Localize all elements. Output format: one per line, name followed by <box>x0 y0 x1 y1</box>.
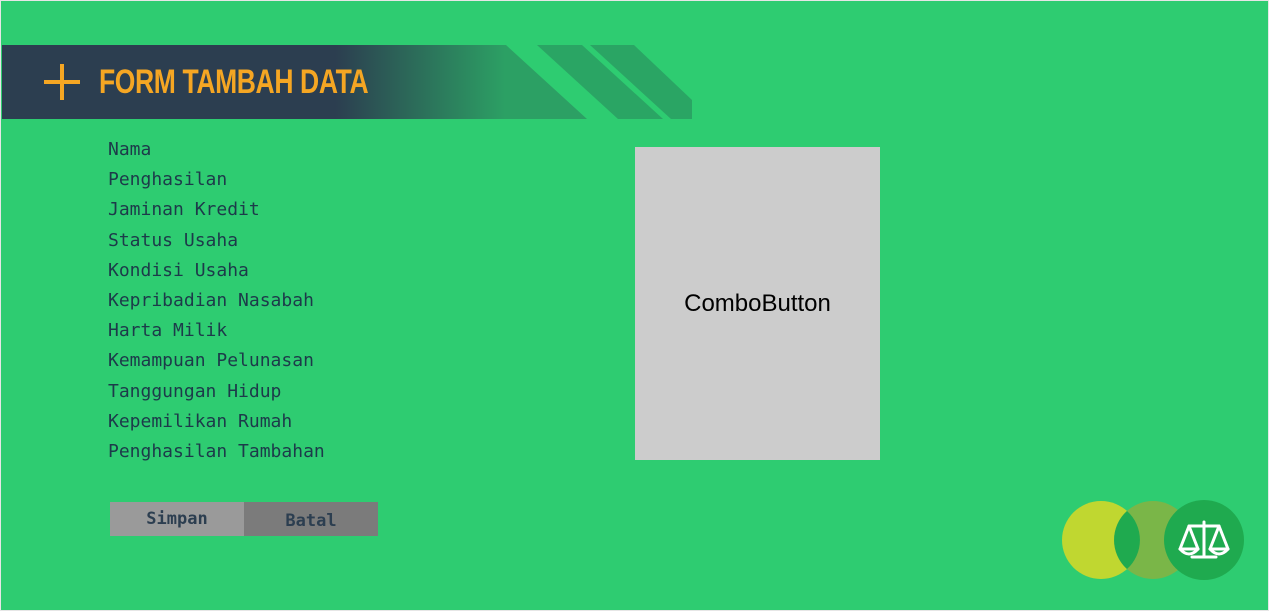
form-label-list: Nama Penghasilan Jaminan Kredit Status U… <box>108 137 325 469</box>
app-window: FORM TAMBAH DATA Nama Penghasilan Jamina… <box>0 0 1269 611</box>
label-penghasilan: Penghasilan <box>108 169 228 191</box>
label-penghasilan-tambahan: Penghasilan Tambahan <box>108 440 325 462</box>
header-banner: FORM TAMBAH DATA <box>2 45 692 119</box>
label-kondisi-usaha: Kondisi Usaha <box>108 259 249 281</box>
label-kemampuan-pelunasan: Kemampuan Pelunasan <box>108 350 314 372</box>
save-button[interactable]: Simpan <box>110 502 244 536</box>
cancel-button[interactable]: Batal <box>244 502 378 536</box>
label-kepribadian-nasabah: Kepribadian Nasabah <box>108 289 314 311</box>
label-nama: Nama <box>108 139 152 160</box>
label-tanggungan-hidup: Tanggungan Hidup <box>108 380 282 402</box>
combo-button[interactable]: ComboButton <box>635 147 880 460</box>
label-status-usaha: Status Usaha <box>108 229 239 251</box>
label-jaminan-kredit: Jaminan Kredit <box>108 199 260 221</box>
label-harta-milik: Harta Milik <box>108 320 228 342</box>
label-kepemilikan-rumah: Kepemilikan Rumah <box>108 410 293 432</box>
app-logo <box>1062 500 1244 580</box>
plus-icon <box>44 64 80 100</box>
page-title: FORM TAMBAH DATA <box>99 63 369 101</box>
